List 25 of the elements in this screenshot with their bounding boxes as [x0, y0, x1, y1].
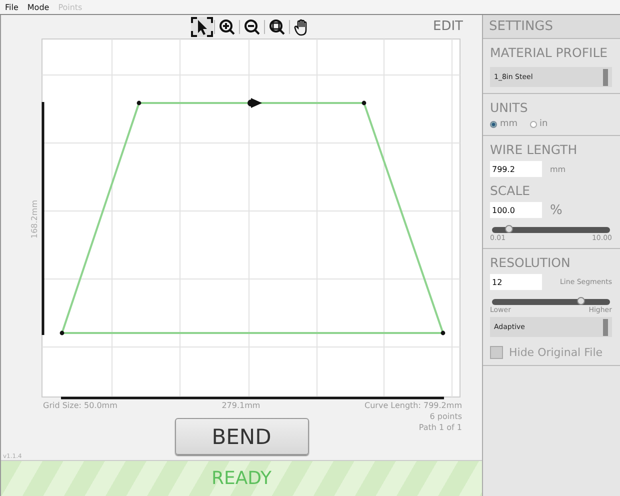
menu-item[interactable]: File — [5, 2, 18, 12]
mode-label: EDIT — [433, 19, 463, 34]
scale-field[interactable]: 100.0 — [490, 202, 542, 218]
section-title: UNITS — [490, 100, 529, 116]
grid-size-label: Grid Size: 50.0mm — [43, 401, 118, 410]
section-title: WIRE LENGTH — [490, 142, 578, 158]
status-text: READY — [211, 468, 272, 489]
height-dimension: 168.2mm — [30, 200, 39, 238]
panel-title: SETTINGS — [489, 19, 554, 34]
menu-item[interactable]: Mode — [27, 2, 50, 12]
unit-label: % — [550, 202, 562, 218]
curve-length-label: Curve Length: 799.2mm — [364, 401, 462, 410]
width-dimension: 279.1mm — [222, 401, 260, 410]
wire-length-field[interactable]: 799.2 — [490, 161, 542, 177]
scale-slider[interactable] — [492, 227, 610, 233]
resolution-field[interactable]: 12 — [490, 274, 542, 290]
points-count: 6 points — [430, 412, 462, 421]
path-index: Path 1 of 1 — [418, 423, 462, 432]
section-title: MATERIAL PROFILE — [490, 45, 609, 61]
section-title: SCALE — [490, 183, 532, 199]
section-title: RESOLUTION — [490, 255, 572, 271]
pointer-icon[interactable] — [191, 16, 213, 36]
unit-label: mm — [550, 164, 566, 174]
bend-button[interactable]: BEND — [174, 418, 308, 455]
resolution-slider[interactable] — [492, 299, 610, 305]
